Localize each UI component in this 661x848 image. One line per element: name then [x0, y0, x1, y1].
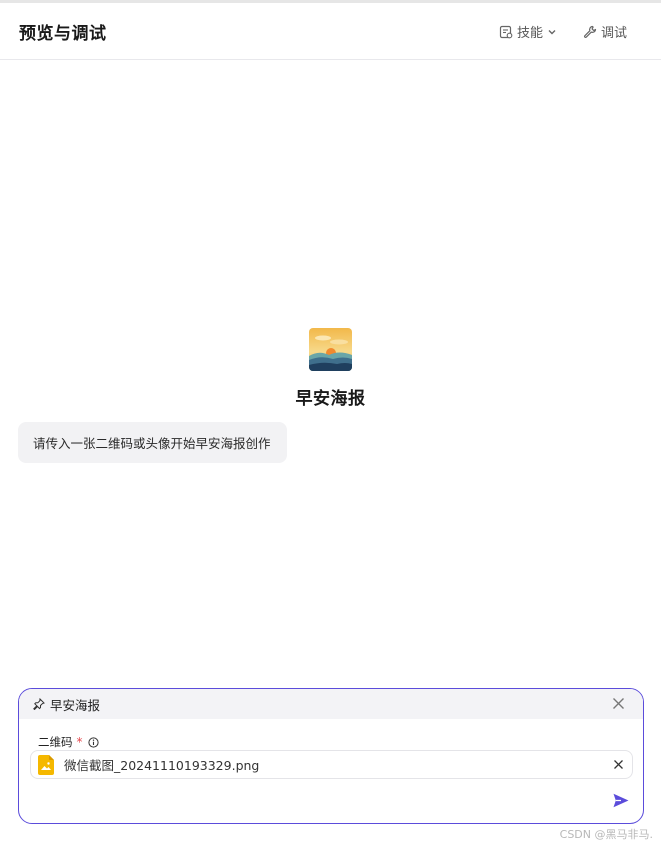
sunrise-landscape-icon — [309, 328, 352, 371]
remove-file-button[interactable] — [613, 759, 624, 770]
plugin-header: 早安海报 — [19, 689, 643, 719]
plugin-name: 早安海报 — [50, 697, 101, 713]
send-icon — [613, 793, 629, 808]
image-file-icon — [38, 754, 54, 775]
pin-icon — [33, 698, 45, 710]
wrench-icon — [583, 25, 597, 39]
close-icon — [613, 698, 624, 709]
send-button[interactable] — [613, 793, 629, 808]
skills-label: 技能 — [516, 26, 543, 41]
required-mark: * — [76, 735, 83, 749]
agent-intro: 早安海报 — [0, 328, 661, 409]
close-icon — [614, 760, 623, 769]
agent-name: 早安海报 — [295, 389, 366, 409]
field-label-text: 二维码 — [38, 735, 73, 749]
header-actions: 技能 调试 — [499, 3, 627, 60]
bot-message-text: 请传入一张二维码或头像开始早安海报创作 — [33, 436, 271, 451]
skills-button[interactable]: 技能 — [499, 22, 557, 41]
skills-icon — [499, 25, 513, 39]
info-icon[interactable] — [87, 736, 99, 748]
watermark: CSDN @黑马非马. — [559, 828, 653, 841]
qrcode-field-label: 二维码 * — [38, 734, 99, 750]
header-bar: 预览与调试 技能 调试 — [0, 3, 661, 60]
debug-label: 调试 — [600, 26, 627, 41]
debug-button[interactable]: 调试 — [583, 22, 627, 41]
close-plugin-button[interactable] — [612, 697, 625, 713]
bot-message-bubble: 请传入一张二维码或头像开始早安海报创作 — [18, 422, 287, 463]
file-name: 微信截图_20241110193329.png — [64, 758, 260, 773]
page-title: 预览与调试 — [19, 23, 107, 44]
composer-panel: 早安海报 二维码 * 微信截图_20241110193329.png — [18, 688, 644, 824]
uploaded-file[interactable]: 微信截图_20241110193329.png — [30, 750, 633, 779]
chevron-down-icon — [547, 27, 557, 37]
